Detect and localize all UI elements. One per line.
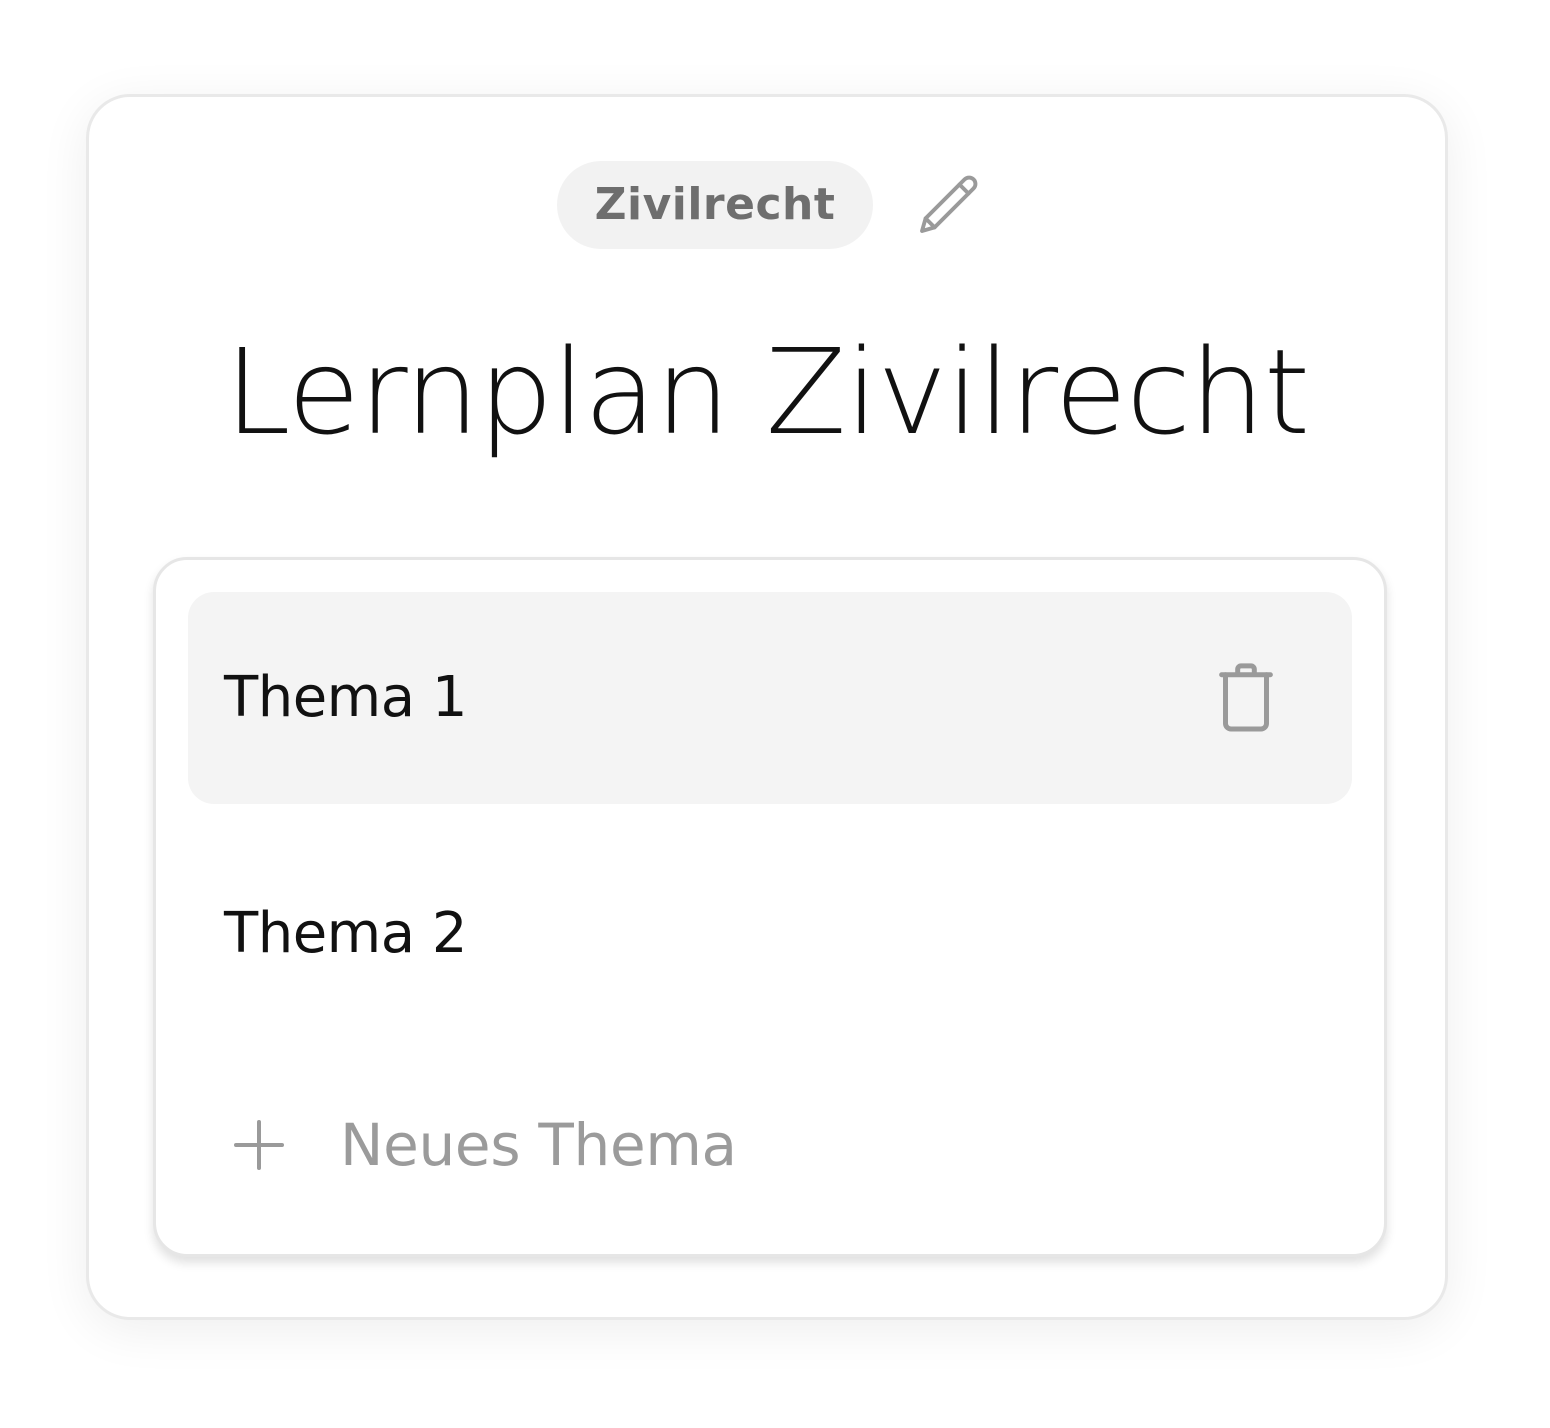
plus-icon bbox=[234, 1120, 284, 1170]
subject-row: Zivilrecht bbox=[89, 161, 1445, 251]
list-item-topic-1[interactable]: Thema 1 bbox=[188, 592, 1352, 804]
learning-plan-card: Zivilrecht Lernplan Zivilrecht Thema 1 T… bbox=[86, 94, 1448, 1320]
topic-label: Thema 1 bbox=[224, 665, 467, 730]
page-title: Lernplan Zivilrecht bbox=[224, 323, 1310, 461]
delete-topic-button[interactable] bbox=[1208, 660, 1284, 736]
edit-subject-button[interactable] bbox=[909, 167, 989, 247]
topic-label: Thema 2 bbox=[224, 901, 467, 966]
add-topic-label: Neues Thema bbox=[340, 1111, 737, 1179]
topic-list: Thema 1 Thema 2 Neues Thema bbox=[153, 557, 1387, 1257]
add-topic-button[interactable]: Neues Thema bbox=[188, 1080, 1352, 1210]
pencil-icon bbox=[920, 175, 978, 233]
trash-icon bbox=[1219, 663, 1273, 732]
subject-badge[interactable]: Zivilrecht bbox=[557, 161, 873, 249]
list-item-topic-2[interactable]: Thema 2 bbox=[188, 828, 1352, 1040]
